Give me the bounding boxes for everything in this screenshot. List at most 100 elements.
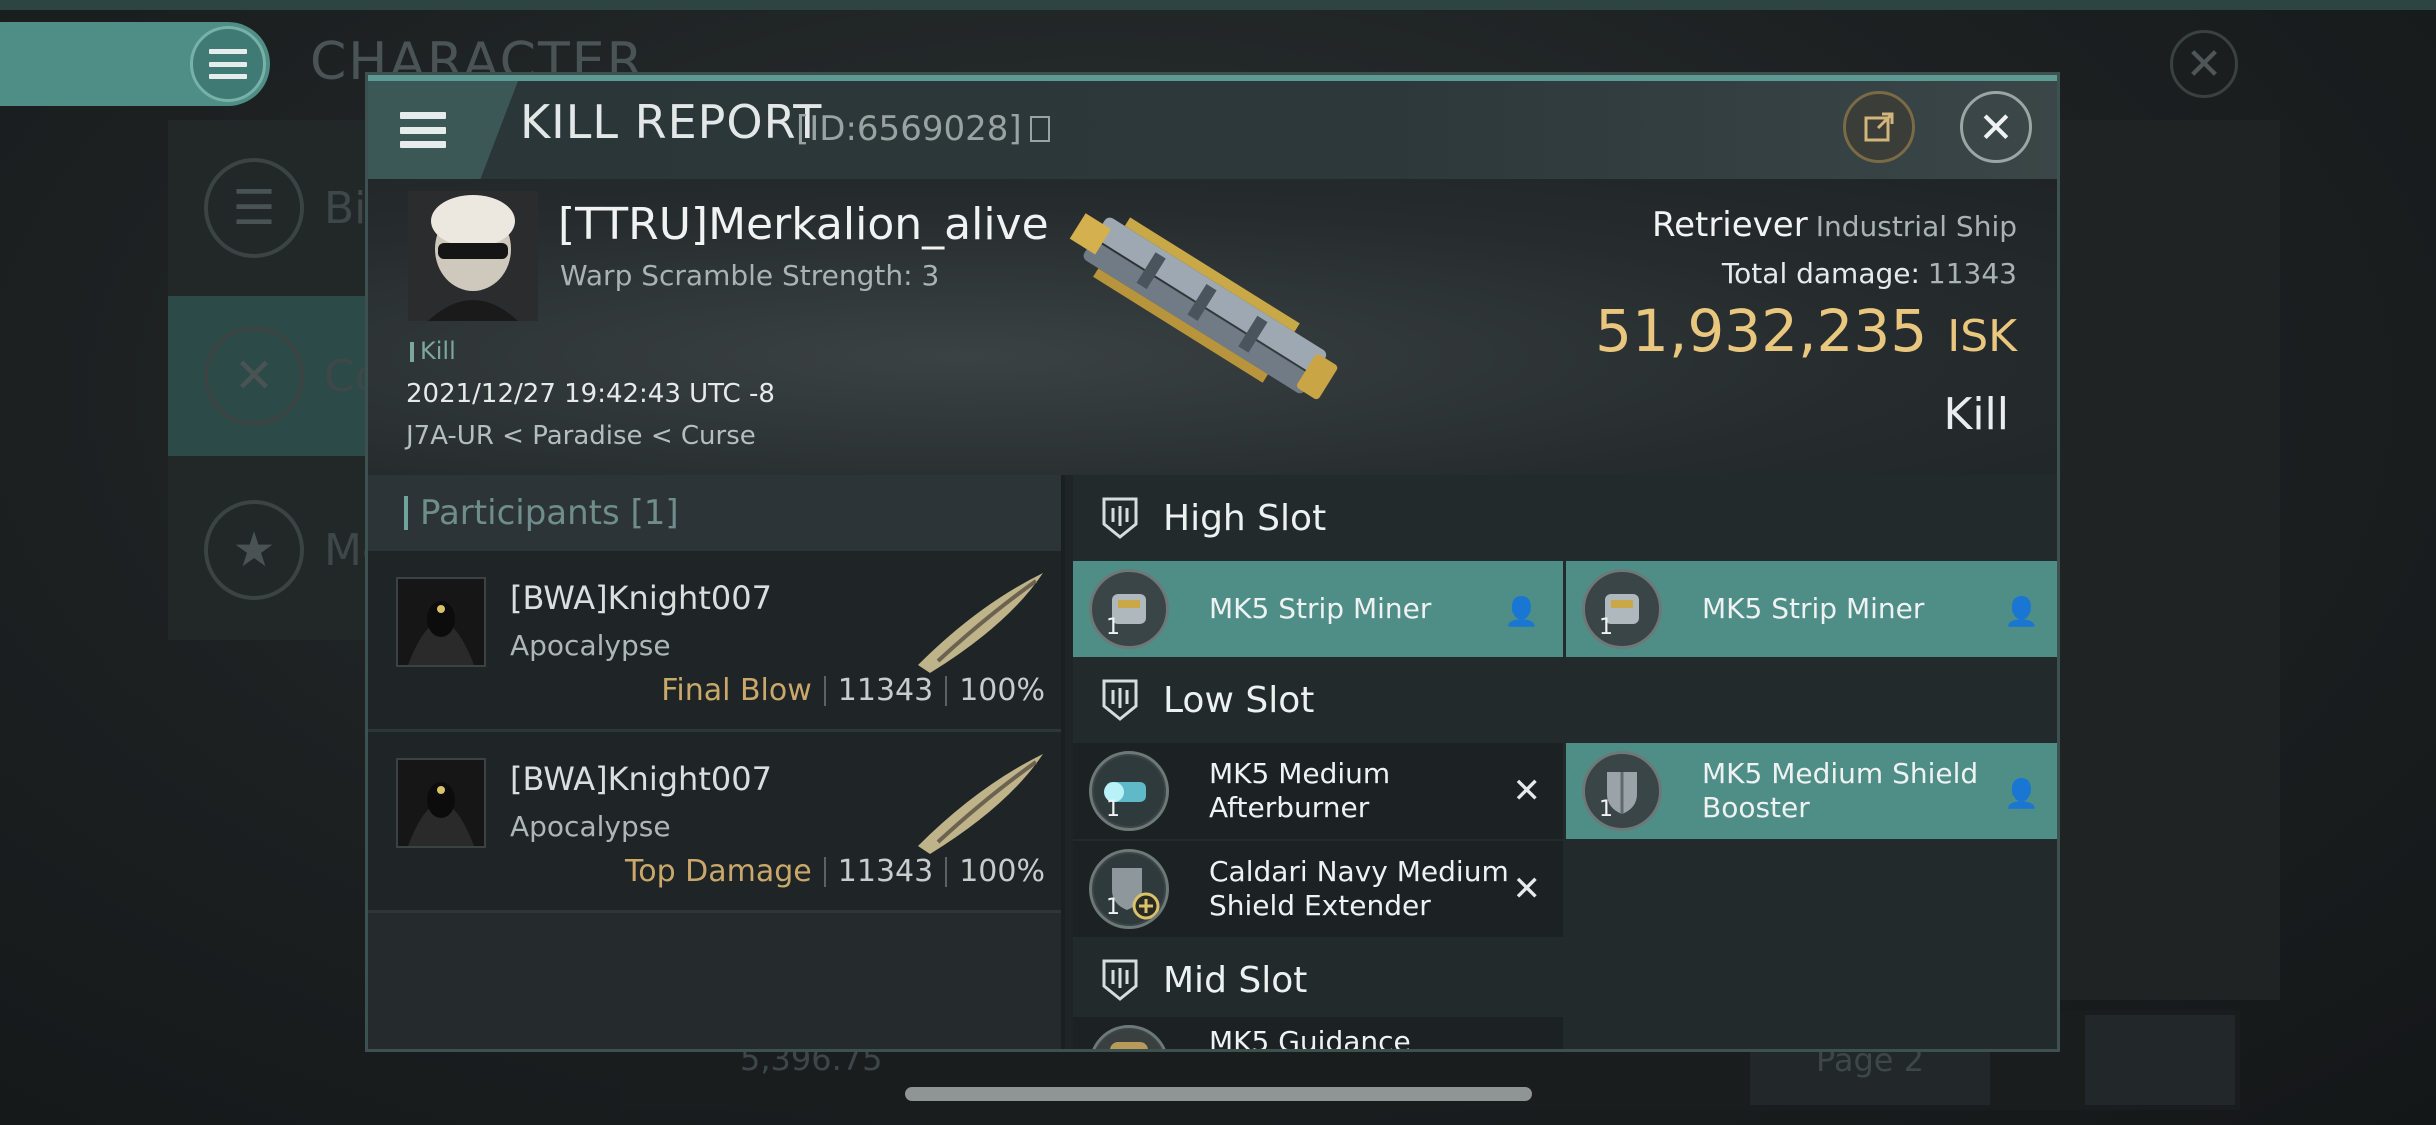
item-quantity: 1 [1599,615,1613,640]
person-icon: 👤 [2004,595,2039,628]
victim-portrait[interactable] [408,191,538,321]
filter-button[interactable] [2085,1015,2235,1105]
participants-label: Participants [420,493,620,533]
top-bar [0,0,2436,10]
report-id-text: [ID:6569028] [796,109,1022,149]
ship-image [1069,213,1338,400]
close-button[interactable]: ✕ [1960,91,2032,163]
shield-booster-icon: 1 [1582,751,1662,831]
strip-miner-icon: 1 [1089,569,1169,649]
kill-result: Kill [1943,389,2009,440]
dialog-header: KILL REPORT [ID:6569028] ✕ [368,75,2057,179]
participant-ship-image [918,573,1043,673]
item-quantity: 1 [1106,797,1120,822]
list-icon: ☰ [204,158,304,258]
warp-scramble: Warp Scramble Strength: 3 [560,259,940,292]
sidebar-item-label: Bi [324,182,367,234]
hamburger-icon [209,49,247,79]
guidance-icon: 1 [1089,1025,1169,1049]
slot-item[interactable]: 1 MK5 Medium Shield Booster 👤 [1566,743,2057,839]
participant-name: [BWA]Knight007 [510,579,772,617]
slot-item[interactable]: 1 MK5 Strip Miner 👤 [1073,561,1563,657]
share-icon [1864,112,1894,142]
shield-extender-icon: 1 [1089,849,1169,929]
low-slot-label: Low Slot [1163,679,1315,721]
item-quantity: 1 [1106,615,1120,640]
mid-slot-label: Mid Slot [1163,959,1308,1001]
dialog-menu-button[interactable] [368,81,518,179]
ship-name-line: Retriever Industrial Ship [1652,205,2017,245]
participant-row[interactable]: [BWA]Knight007 Apocalypse Final Blow 113… [368,551,1061,732]
item-name: MK5 Medium Afterburner [1209,757,1391,824]
participant-ship: Apocalypse [510,810,671,843]
kill-datetime: 2021/12/27 19:42:43 UTC -8 [406,379,775,409]
total-damage-label: Total damage: [1721,257,1920,290]
high-slot-label: High Slot [1163,497,1327,539]
kill-location[interactable]: J7A-UR < Paradise < Curse [406,421,756,451]
victim-banner: [TTRU]Merkalion_alive Warp Scramble Stre… [368,179,2057,475]
participant-row[interactable]: [BWA]Knight007 Apocalypse Top Damage 113… [368,732,1061,913]
hamburger-icon [400,112,446,148]
kill-report-dialog: KILL REPORT [ID:6569028] ✕ [TTRU]Merkali… [365,72,2060,1052]
item-name: Caldari Navy Medium Shield Extender [1209,855,1509,922]
ship-class: Industrial Ship [1815,210,2017,243]
destroyed-icon: ✕ [1513,1045,1542,1049]
copy-icon[interactable] [1029,116,1050,142]
participant-avatar [396,758,486,848]
slot-item[interactable]: 1 Caldari Navy Medium Shield Extender ✕ [1073,841,1563,937]
slot-item[interactable]: 1 MK5 Guidance ✕ [1073,1017,1563,1052]
participant-stats: Final Blow 11343 100% [661,673,1045,708]
total-damage-value: 11343 [1927,257,2017,290]
participant-name: [BWA]Knight007 [510,760,772,798]
strip-miner-icon: 1 [1582,569,1662,649]
item-name: MK5 Strip Miner [1209,592,1432,625]
isk-amount: 51,932,235 [1595,297,1928,365]
destroyed-icon: ✕ [1512,771,1542,811]
low-slot-header: Low Slot [1073,657,2057,743]
slot-item[interactable]: 1 MK5 Medium Afterburner ✕ [1073,743,1563,839]
participants-count: [1] [630,493,679,533]
participant-percent: 100% [959,673,1045,708]
participant-damage: 11343 [837,854,934,889]
participant-avatar [396,577,486,667]
slot-item[interactable]: 1 MK5 Strip Miner 👤 [1566,561,2057,657]
home-indicator[interactable] [905,1087,1532,1101]
participant-role: Final Blow [661,673,812,708]
fitting-panel: High Slot 1 MK5 Strip Miner 👤 1 MK5 Stri… [1073,475,2057,1052]
share-button[interactable] [1843,91,1915,163]
participant-ship: Apocalypse [510,629,671,662]
high-slot-header: High Slot [1073,475,2057,561]
item-name: MK5 Strip Miner [1702,592,1925,625]
ship-name[interactable]: Retriever [1652,205,1808,245]
background-close-button[interactable]: ✕ [2170,30,2238,98]
afterburner-icon: 1 [1089,751,1169,831]
star-icon: ★ [204,500,304,600]
participant-ship-image [918,754,1043,854]
isk-value: 51,932,235 ISK [1595,297,2017,365]
kill-tag-label: Kill [420,337,456,365]
background-right-panel [2060,120,2280,1000]
person-icon: 👤 [1504,595,1539,628]
item-quantity: 1 [1599,797,1613,822]
isk-unit: ISK [1947,311,2017,362]
kill-tag: Kill [410,337,456,365]
report-id: [ID:6569028] [796,109,1050,149]
dialog-title: KILL REPORT [520,95,823,149]
item-quantity: 1 [1106,895,1120,920]
participants-header: Participants [1] [368,475,1061,551]
low-slot-icon [1102,679,1138,721]
main-menu-button[interactable] [190,26,266,102]
person-icon: 👤 [2004,777,2039,810]
participant-stats: Top Damage 11343 100% [625,854,1045,889]
mid-slot-icon [1102,959,1138,1001]
item-name: MK5 Medium Shield Booster [1702,757,1979,824]
crossed-swords-icon: ✕ [204,326,304,426]
victim-name[interactable]: [TTRU]Merkalion_alive [558,199,1049,250]
high-slot-icon [1102,497,1138,539]
mid-slot-header: Mid Slot [1073,937,2057,1023]
total-damage: Total damage: 11343 [1722,257,2017,290]
item-name: MK5 Guidance [1209,1025,1411,1052]
participants-panel: Participants [1] [BWA]Knight007 Apocalyp… [368,475,1065,1049]
participant-damage: 11343 [837,673,934,708]
participant-role: Top Damage [625,854,812,889]
